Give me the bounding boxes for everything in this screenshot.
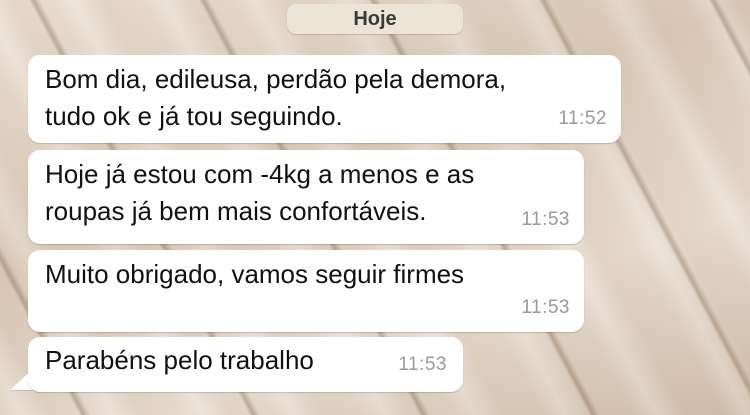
date-separator: Hoje (287, 4, 463, 34)
message-time: 11:53 (521, 209, 570, 230)
message-text: Hoje já estou com -4kg a menos e as roup… (45, 159, 475, 226)
message-time: 11:52 (558, 108, 607, 129)
message-bubble[interactable]: Bom dia, edileusa, perdão pela demora, t… (28, 55, 621, 143)
message-time: 11:53 (521, 297, 570, 318)
message-text: Bom dia, edileusa, perdão pela demora, t… (45, 64, 507, 131)
chat-area: Hoje Bom dia, edileusa, perdão pela demo… (0, 0, 750, 415)
message-text: Muito obrigado, vamos seguir firmes (45, 259, 465, 289)
message-bubble[interactable]: Hoje já estou com -4kg a menos e as roup… (28, 150, 584, 244)
message-bubble[interactable]: Parabéns pelo trabalho 11:53 (28, 337, 463, 392)
message-bubble[interactable]: Muito obrigado, vamos seguir firmes 11:5… (28, 250, 584, 332)
message-time: 11:53 (398, 354, 447, 375)
message-text: Parabéns pelo trabalho (45, 345, 314, 375)
